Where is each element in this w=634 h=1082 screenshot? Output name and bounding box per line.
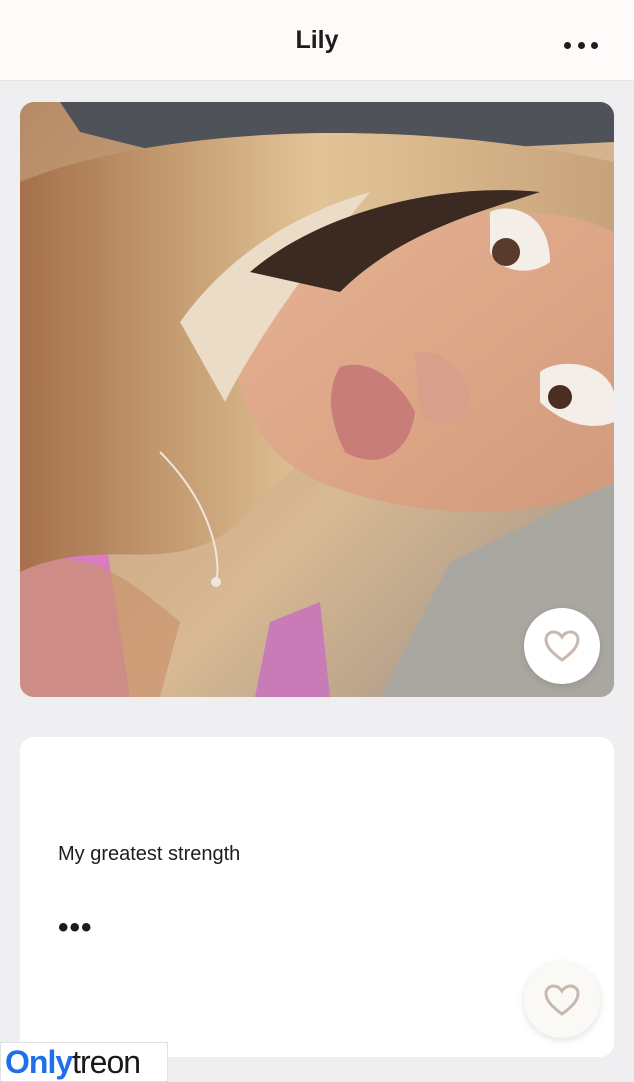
heart-outline-icon — [544, 630, 580, 662]
ellipsis-dot — [591, 41, 598, 49]
prompt-card: My greatest strength ••• — [20, 737, 614, 1057]
heart-outline-icon — [544, 984, 580, 1016]
watermark-part-2: treon — [72, 1043, 141, 1080]
like-photo-button[interactable] — [524, 608, 600, 684]
profile-photo-illustration — [20, 102, 614, 697]
profile-name-title: Lily — [295, 26, 339, 54]
watermark-part-1: Only — [5, 1043, 73, 1080]
top-bar: Lily — [0, 0, 634, 81]
like-prompt-button[interactable] — [524, 962, 600, 1038]
ellipsis-dot — [564, 41, 571, 49]
ellipsis-dot — [577, 41, 585, 49]
profile-photo[interactable] — [20, 102, 614, 697]
prompt-question: My greatest strength — [58, 843, 241, 865]
watermark: Only treon — [0, 1042, 168, 1082]
more-options-button[interactable] — [564, 30, 598, 60]
prompt-answer: ••• — [58, 911, 93, 944]
